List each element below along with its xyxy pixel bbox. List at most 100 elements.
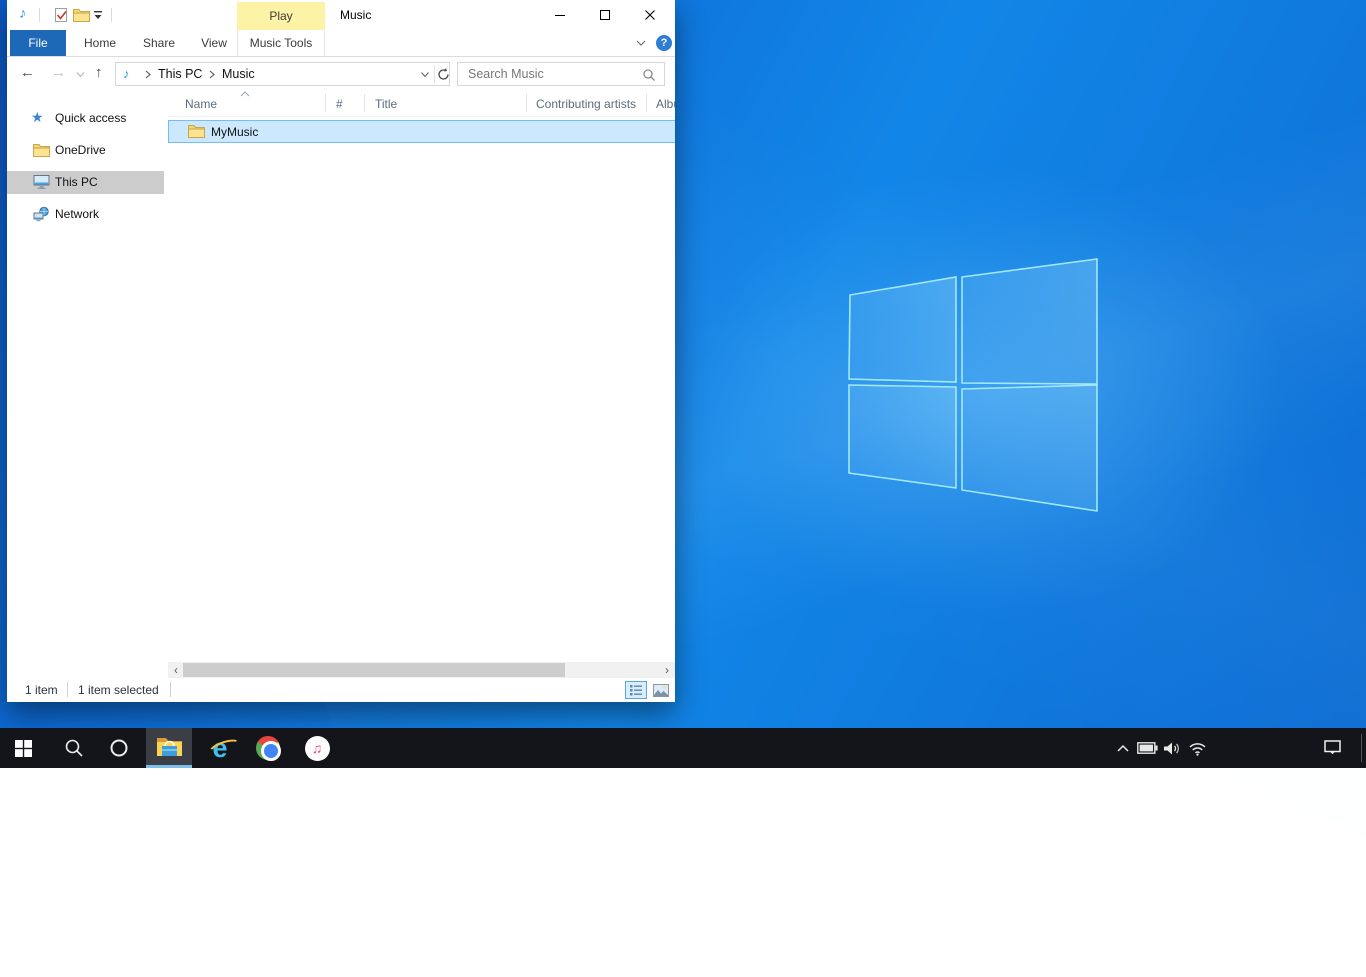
itunes-icon: ♫ bbox=[305, 736, 330, 761]
file-explorer-icon bbox=[156, 736, 183, 757]
divider bbox=[434, 65, 435, 83]
internet-explorer-icon: e bbox=[212, 735, 227, 762]
wifi-icon bbox=[1188, 741, 1207, 756]
qat-new-folder-button[interactable] bbox=[71, 5, 91, 25]
divider bbox=[170, 682, 171, 697]
recent-locations-dropdown[interactable] bbox=[75, 69, 86, 80]
refresh-button[interactable] bbox=[436, 66, 451, 83]
sidebar-item-quick-access[interactable]: ★ Quick access bbox=[7, 107, 164, 130]
tab-music-tools[interactable]: Music Tools bbox=[237, 30, 325, 56]
thumbnail-view-button[interactable] bbox=[650, 681, 672, 699]
sidebar-item-this-pc[interactable]: This PC bbox=[7, 171, 164, 194]
minimize-button[interactable] bbox=[537, 0, 582, 30]
sidebar-item-label: Quick access bbox=[55, 111, 126, 125]
window-title: Music bbox=[340, 8, 371, 22]
taskbar-search-button[interactable] bbox=[51, 728, 97, 768]
dropdown-arrow-icon bbox=[92, 9, 104, 21]
sort-ascending-icon bbox=[240, 91, 250, 97]
divider bbox=[39, 8, 40, 22]
column-divider[interactable] bbox=[325, 94, 326, 112]
chrome-button[interactable] bbox=[245, 728, 291, 768]
qat-customize-dropdown[interactable] bbox=[92, 9, 104, 21]
music-note-window-icon: ♪ bbox=[19, 5, 27, 22]
search-box[interactable] bbox=[457, 62, 665, 86]
selected-count: 1 item selected bbox=[78, 683, 159, 697]
explorer-window: ♪ Play Musi bbox=[7, 0, 675, 702]
windows-logo-wallpaper bbox=[846, 254, 1098, 514]
address-dropdown-button[interactable] bbox=[419, 70, 431, 80]
tab-home[interactable]: Home bbox=[70, 30, 130, 56]
network-icon bbox=[33, 206, 50, 222]
chevron-up-icon bbox=[1116, 743, 1130, 753]
column-divider[interactable] bbox=[646, 94, 647, 112]
itunes-button[interactable]: ♫ bbox=[294, 728, 340, 768]
tab-share[interactable]: Share bbox=[130, 30, 188, 56]
sidebar-item-network[interactable]: Network bbox=[7, 203, 164, 226]
action-center-button[interactable] bbox=[1320, 728, 1346, 768]
file-list-pane: Name # Title Contributing artists Album … bbox=[168, 90, 675, 662]
maximize-icon bbox=[599, 9, 611, 21]
search-input[interactable] bbox=[468, 65, 633, 83]
search-icon bbox=[642, 68, 656, 82]
taskbar: e ♫ bbox=[0, 728, 1366, 768]
tray-network-wifi-icon[interactable] bbox=[1184, 728, 1210, 768]
music-note-location-icon: ♪ bbox=[123, 66, 130, 81]
speaker-icon bbox=[1163, 741, 1182, 756]
breadcrumb-music[interactable]: Music bbox=[222, 67, 255, 81]
breadcrumb-chevron-icon bbox=[144, 70, 152, 79]
show-desktop-button[interactable] bbox=[1361, 734, 1362, 762]
scroll-right-arrow[interactable]: › bbox=[659, 662, 675, 678]
music-tools-play-header[interactable]: Play bbox=[237, 2, 325, 30]
sidebar-item-label: OneDrive bbox=[55, 143, 106, 157]
tray-battery-icon[interactable] bbox=[1134, 728, 1160, 768]
column-header-title[interactable]: Title bbox=[375, 97, 397, 111]
horizontal-scrollbar[interactable]: ‹ › bbox=[168, 662, 675, 678]
column-header-album[interactable]: Album bbox=[656, 97, 675, 111]
chevron-down-icon bbox=[634, 36, 648, 50]
column-header-number[interactable]: # bbox=[336, 97, 343, 111]
scrollbar-thumb[interactable] bbox=[183, 663, 565, 677]
forward-button[interactable]: → bbox=[51, 64, 66, 81]
file-name: MyMusic bbox=[211, 125, 258, 139]
sidebar-item-label: Network bbox=[55, 207, 99, 221]
ribbon-collapse-button[interactable] bbox=[634, 36, 648, 50]
start-button[interactable] bbox=[0, 728, 46, 768]
up-button[interactable]: ↑ bbox=[95, 64, 103, 81]
navigation-pane: ★ Quick access OneDrive This PC bbox=[7, 90, 164, 662]
back-button[interactable]: ← bbox=[20, 64, 35, 81]
cortana-button[interactable] bbox=[96, 728, 142, 768]
status-bar: 1 item 1 item selected bbox=[7, 678, 675, 702]
thumbnail-view-icon bbox=[653, 684, 669, 697]
tab-view[interactable]: View bbox=[188, 30, 240, 56]
folder-icon bbox=[188, 124, 205, 138]
taskbar-file-explorer-button[interactable] bbox=[146, 728, 192, 768]
column-header-contributing-artists[interactable]: Contributing artists bbox=[536, 97, 636, 111]
details-view-button[interactable] bbox=[625, 681, 647, 699]
qat-properties-button[interactable] bbox=[51, 5, 71, 25]
internet-explorer-button[interactable]: e bbox=[197, 728, 243, 768]
divider bbox=[111, 8, 112, 22]
sidebar-item-onedrive[interactable]: OneDrive bbox=[7, 139, 164, 162]
scroll-left-arrow[interactable]: ‹ bbox=[168, 662, 184, 678]
maximize-button[interactable] bbox=[582, 0, 627, 30]
close-icon bbox=[644, 9, 656, 21]
this-pc-monitor-icon bbox=[33, 174, 50, 190]
sidebar-item-label: This PC bbox=[55, 175, 98, 189]
column-divider[interactable] bbox=[364, 94, 365, 112]
tray-show-hidden-icons-button[interactable] bbox=[1110, 728, 1136, 768]
item-count: 1 item bbox=[25, 683, 58, 697]
address-bar[interactable]: ♪ This PC Music bbox=[115, 62, 450, 86]
checkmark-document-icon bbox=[54, 7, 69, 23]
close-button[interactable] bbox=[627, 0, 672, 30]
tray-volume-icon[interactable] bbox=[1159, 728, 1185, 768]
breadcrumb-chevron-icon bbox=[208, 70, 216, 79]
column-header-name[interactable]: Name bbox=[185, 97, 217, 111]
quick-access-star-icon: ★ bbox=[31, 109, 44, 126]
column-divider[interactable] bbox=[526, 94, 527, 112]
breadcrumb-this-pc[interactable]: This PC bbox=[158, 67, 202, 81]
battery-icon bbox=[1137, 742, 1158, 754]
tab-file[interactable]: File bbox=[10, 30, 66, 56]
file-row-mymusic[interactable]: MyMusic bbox=[168, 120, 675, 143]
onedrive-folder-icon bbox=[33, 142, 50, 158]
help-button[interactable]: ? bbox=[656, 35, 672, 51]
